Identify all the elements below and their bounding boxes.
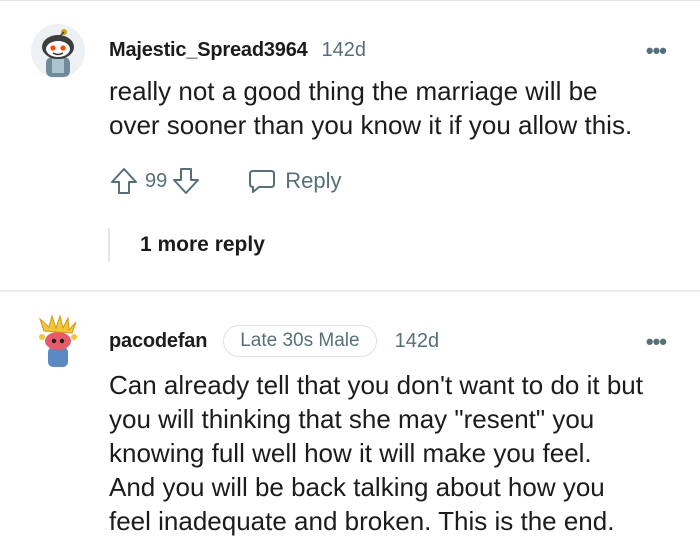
comment-body: really not a good thing the marriage wil…: [109, 76, 633, 140]
snoo-avatar-icon: [31, 24, 85, 78]
thread-line: [108, 228, 110, 262]
top-divider: [0, 0, 700, 1]
ellipsis-icon[interactable]: •••: [646, 40, 667, 62]
reply-button[interactable]: Reply: [247, 166, 342, 196]
user-avatar[interactable]: [30, 23, 86, 79]
more-replies-link[interactable]: 1 more reply: [140, 228, 265, 262]
comment-divider: [0, 290, 700, 292]
user-avatar[interactable]: [30, 313, 86, 369]
comment-age: 142d: [321, 38, 367, 61]
comment-body: Can already tell that you don't want to …: [109, 370, 643, 536]
username[interactable]: Majestic_Spread3964: [109, 39, 308, 62]
upvote-icon[interactable]: [109, 166, 139, 196]
user-flair: Late 30s Male: [223, 325, 377, 357]
comment-meta: Majestic_Spread3964 142d: [109, 30, 366, 70]
reply-label: Reply: [285, 168, 342, 193]
comment-meta: pacodefan Late 30s Male 142d: [109, 321, 439, 361]
comment-actions: 99 Reply: [109, 160, 342, 202]
comment-bubble-icon: [249, 170, 276, 193]
snoo-avatar-icon: [38, 314, 77, 367]
ellipsis-icon[interactable]: •••: [646, 331, 667, 353]
downvote-icon[interactable]: [171, 166, 201, 196]
username[interactable]: pacodefan: [109, 330, 207, 353]
comment-age: 142d: [394, 329, 440, 352]
vote-count: 99: [145, 169, 168, 192]
